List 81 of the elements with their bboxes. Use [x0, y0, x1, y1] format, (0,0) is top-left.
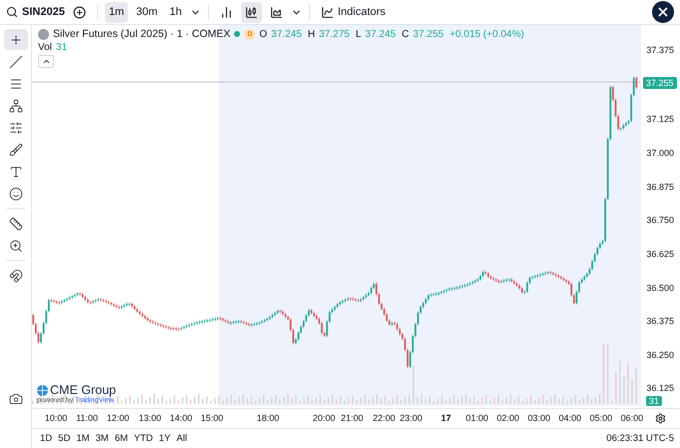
last-price-badge: 37.255: [643, 77, 677, 89]
ohlc-value: 37.245: [365, 28, 396, 40]
clock-time: 06:23:31 UTC-5: [606, 433, 674, 444]
ohlc-value: 37.245: [271, 28, 302, 40]
price-label: 37.000: [646, 148, 674, 158]
magnet-icon: [8, 268, 22, 282]
bars-chart-icon: [220, 6, 233, 18]
indicators-button[interactable]: Indicators: [316, 2, 390, 22]
time-label: 12:00: [106, 413, 130, 423]
chevron-icon: [42, 57, 50, 66]
price-label: 36.125: [646, 383, 674, 393]
price-change: +0.015 (+0.04%): [450, 28, 524, 40]
price-label: 36.250: [646, 350, 674, 360]
emoji-icon: [8, 186, 22, 200]
range-button[interactable]: 3M: [94, 433, 111, 444]
volume-badge: 31: [646, 396, 662, 406]
time-label: 13:00: [138, 413, 162, 423]
line-chart-icon: [320, 6, 334, 18]
ohlc-value: 37.275: [319, 28, 350, 40]
time-label: 21:00: [340, 413, 364, 423]
time-label: 20:00: [312, 413, 336, 423]
plus-icon: [72, 6, 86, 18]
exchange-logo: CME Group: [37, 383, 116, 397]
trend-line-icon: [8, 54, 22, 68]
time-label: 06:00: [620, 413, 644, 423]
camera-icon: [8, 392, 22, 406]
price-label: 36.375: [646, 316, 674, 326]
time-label: 10:00: [44, 413, 68, 423]
collapse-legend-button[interactable]: [38, 55, 54, 68]
range-button[interactable]: 1Y: [156, 433, 173, 444]
brush-icon: [8, 142, 22, 156]
ohlc-label: L: [356, 28, 362, 40]
price-label: 36.625: [646, 249, 674, 259]
time-label: 18:00: [256, 413, 280, 423]
ohlc-label: O: [259, 28, 268, 40]
price-label: 37.375: [646, 45, 674, 55]
time-label: 22:00: [372, 413, 396, 423]
close-button[interactable]: [652, 1, 674, 23]
time-label: 03:00: [528, 413, 550, 423]
interval-button[interactable]: 1h: [166, 2, 186, 22]
range-button[interactable]: 5D: [56, 433, 72, 444]
interval-button[interactable]: 30m: [132, 2, 162, 22]
range-button[interactable]: 6M: [112, 433, 130, 444]
time-label: 15:00: [200, 413, 224, 423]
symbol-logo-icon: [38, 28, 49, 40]
zoom-icon: [8, 238, 22, 252]
time-label: 23:00: [400, 413, 422, 423]
ohlc-value: 37.255: [412, 28, 444, 40]
ohlc-label: H: [308, 28, 315, 40]
interval-button[interactable]: 1m: [104, 2, 128, 22]
price-label: 36.750: [646, 215, 674, 225]
symbol-name[interactable]: SIN2025: [22, 6, 65, 18]
price-axis[interactable]: 37.375 37.125 37.000 36.875 36.750 36.625 36.500 36.375 36.250 36.125 37.255 31: [640, 25, 680, 408]
crosshair-tool[interactable]: [4, 29, 28, 50]
time-label: 11:00: [76, 413, 98, 423]
candles-style-button[interactable]: [240, 2, 262, 22]
close-icon: [656, 5, 670, 19]
settings-icon[interactable]: [654, 413, 666, 424]
time-label: 14:00: [170, 413, 192, 423]
ruler-icon: [8, 216, 22, 230]
range-button[interactable]: YTD: [132, 433, 155, 444]
crosshair-icon: [8, 32, 22, 46]
time-label: 02:00: [496, 413, 520, 423]
ohlc-label: C: [402, 28, 409, 40]
time-label: 04:00: [558, 413, 582, 423]
volume-value: 31: [56, 42, 68, 53]
text-icon: [8, 164, 22, 178]
range-button[interactable]: All: [174, 433, 190, 444]
chart-title: Silver Futures (Jul 2025) · 1 · COMEX: [53, 28, 230, 40]
time-label: 17: [441, 413, 451, 423]
price-label: 37.125: [646, 114, 674, 124]
time-label: 05:00: [590, 413, 612, 423]
range-button[interactable]: 1M: [74, 433, 92, 444]
time-label: 01:00: [466, 413, 488, 423]
volume-label: Vol: [38, 42, 52, 53]
search-icon[interactable]: [6, 6, 18, 18]
area-chart-icon: [270, 6, 283, 18]
range-button[interactable]: 1D: [38, 433, 54, 444]
price-label: 36.875: [646, 182, 674, 192]
price-label: 36.500: [646, 283, 674, 293]
candles-chart-icon: [244, 6, 258, 18]
